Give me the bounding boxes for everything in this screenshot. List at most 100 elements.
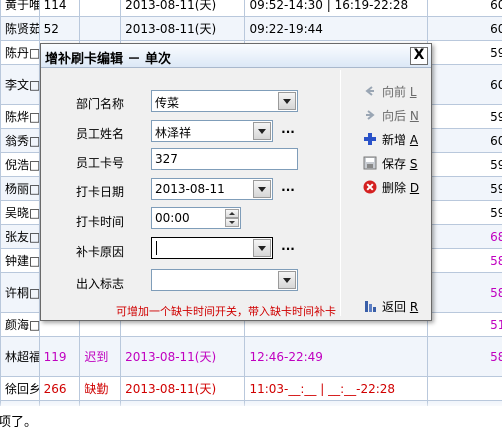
- cell-name: 林超福: [0, 336, 40, 377]
- cell-total: 586: [426, 248, 502, 273]
- add-label: 新增 A: [382, 133, 419, 147]
- close-button[interactable]: X: [410, 47, 428, 65]
- cell-name: 陈贤茹: [0, 16, 40, 41]
- cell-name: 吴晓□: [0, 200, 40, 225]
- next-label: 向后 N: [382, 109, 419, 123]
- cell-date: 2013-08-11(天): [120, 0, 246, 17]
- employee-name-select[interactable]: 林泽祥: [151, 120, 273, 142]
- cell-name: 张友□: [0, 224, 40, 249]
- cell-total: 583: [426, 272, 502, 313]
- punch-time-value: 00:00: [155, 211, 190, 225]
- cell-code: 119: [38, 336, 81, 377]
- cell-total: 600: [426, 0, 502, 17]
- cell-code: 52: [38, 16, 81, 41]
- employee-name-label: 员工姓名: [76, 127, 125, 141]
- department-label: 部门名称: [76, 97, 125, 111]
- card-number-label: 员工卡号: [76, 156, 125, 170]
- cell-times: 09:22-19:44: [244, 16, 428, 41]
- plus-icon: [364, 133, 376, 145]
- chevron-down-icon[interactable]: [278, 92, 296, 110]
- chevron-down-icon[interactable]: [253, 122, 271, 140]
- spin-down-icon[interactable]: [225, 218, 239, 227]
- time-spinner: [225, 209, 239, 227]
- cell-total: 594: [426, 104, 502, 129]
- return-icon: [365, 301, 376, 312]
- cell-date: 2013-08-11(天): [120, 336, 246, 377]
- cell-total: 598: [426, 200, 502, 225]
- cell-total: 600: [426, 128, 502, 153]
- inout-label: 出入标志: [76, 277, 125, 291]
- cell-name: 许桐□: [0, 272, 40, 313]
- cell-total: 686: [426, 224, 502, 249]
- table-row[interactable]: 徐回乡 266 缺勤 2013-08-11(天) 11:03-__:__ | __:__…: [0, 376, 502, 401]
- cell-name: 陈烨□: [0, 104, 40, 129]
- bottom-text: 项了。: [0, 415, 38, 430]
- department-value: 传菜: [155, 96, 180, 110]
- cell-name: 陈丹□: [0, 40, 40, 65]
- cell-times: 11:03-__:__ | __:__-22:28: [244, 376, 428, 401]
- inout-select[interactable]: [151, 269, 298, 291]
- cell-status: [79, 0, 122, 17]
- cell-total: 600: [426, 64, 502, 105]
- cell-date: 2013-08-11(天): [120, 376, 246, 401]
- punch-date-label: 打卡日期: [76, 185, 125, 199]
- cell-name: 杨丽□: [0, 176, 40, 201]
- cell-total: 584: [426, 336, 502, 377]
- reason-label: 补卡原因: [76, 245, 125, 259]
- text-caret: [156, 241, 157, 255]
- card-number-input[interactable]: 327: [151, 148, 298, 170]
- department-select[interactable]: 传菜: [151, 90, 298, 112]
- punch-date-picker[interactable]: 2013-08-11: [151, 178, 273, 200]
- hint-text: 可增加一个缺卡时间开关，带入缺卡时间补卡: [116, 305, 336, 318]
- cell-date: 2013-08-11(天): [120, 16, 246, 41]
- cell-name: 翁秀□: [0, 128, 40, 153]
- cell-times: 12:46-22:49: [244, 336, 428, 377]
- date-lookup-button[interactable]: ...: [280, 181, 296, 198]
- cell-total: 600: [426, 16, 502, 41]
- dialog-titlebar: 增补刷卡编辑 － 单次 X: [41, 44, 431, 68]
- employee-name-value: 林泽祥: [155, 126, 192, 140]
- cell-times: 09:52-14:30 | 16:19-22:28: [244, 0, 428, 17]
- supplement-card-dialog: 增补刷卡编辑 － 单次 X 部门名称 传菜 员工姓名 林泽祥 ... 员工卡号 …: [40, 43, 432, 321]
- employee-lookup-button[interactable]: ...: [280, 123, 296, 140]
- cell-total: 517: [426, 312, 502, 337]
- cell-status: 迟到: [79, 336, 122, 377]
- cell-total: 598: [426, 176, 502, 201]
- cell-code: 114: [38, 0, 81, 17]
- cell-total: 598: [426, 152, 502, 177]
- punch-date-value: 2013-08-11: [155, 182, 225, 196]
- chevron-down-icon[interactable]: [253, 239, 271, 257]
- cell-status: [79, 16, 122, 41]
- cell-code: 266: [38, 376, 81, 401]
- cell-total: 0: [426, 376, 502, 401]
- table-row[interactable]: 黄于唯 114 2013-08-11(天) 09:52-14:30 | 16:19-2…: [0, 0, 502, 17]
- save-icon: [363, 156, 377, 170]
- reason-lookup-button[interactable]: ...: [280, 240, 296, 257]
- dialog-title: 增补刷卡编辑 － 单次: [45, 52, 172, 67]
- bottom-status-text: 项了。: [0, 406, 502, 430]
- delete-label: 删除 D: [382, 181, 420, 195]
- cell-name: 徐回乡: [0, 376, 40, 401]
- save-label: 保存 S: [382, 157, 418, 171]
- divider: [340, 70, 341, 316]
- cell-name: 颜海□: [0, 312, 40, 337]
- table-row[interactable]: 陈贤茹52 2013-08-11(天)09:22-19:44600: [0, 16, 502, 41]
- chevron-down-icon[interactable]: [253, 180, 271, 198]
- punch-time-input[interactable]: 00:00: [151, 207, 241, 229]
- delete-icon: [363, 180, 377, 194]
- arrow-right-icon: [366, 110, 375, 120]
- reason-select[interactable]: [151, 237, 273, 259]
- arrow-left-icon: [365, 86, 374, 96]
- cell-name: 钟建□: [0, 248, 40, 273]
- cell-status: 缺勤: [79, 376, 122, 401]
- cell-total: 597: [426, 40, 502, 65]
- chevron-down-icon[interactable]: [278, 271, 296, 289]
- cell-name: 李文□: [0, 64, 40, 105]
- cell-name: 倪浩□: [0, 152, 40, 177]
- return-label: 返回 R: [382, 300, 419, 314]
- cell-name: 黄于唯: [0, 0, 40, 17]
- spin-up-icon[interactable]: [225, 209, 239, 218]
- table-row[interactable]: 林超福119迟到2013-08-11(天)12:46-22:49584: [0, 336, 502, 377]
- punch-time-label: 打卡时间: [76, 215, 125, 229]
- prev-label: 向前 L: [382, 85, 417, 99]
